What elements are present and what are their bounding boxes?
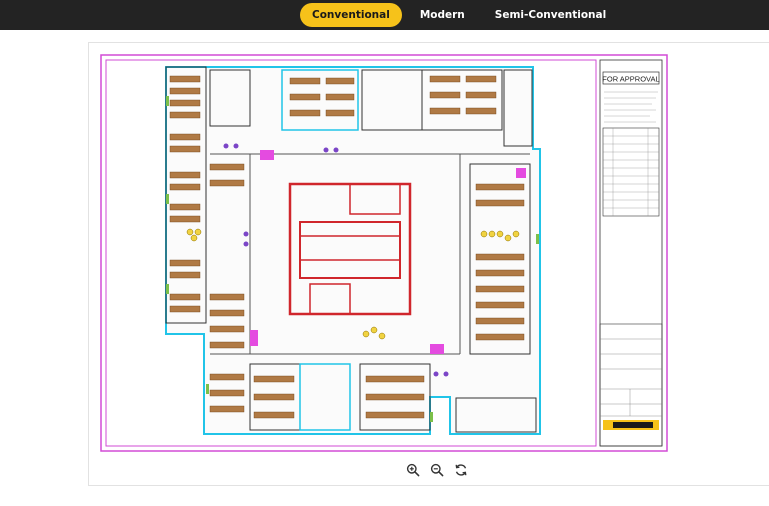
- zoom-out-icon[interactable]: [429, 462, 445, 478]
- tab-modern[interactable]: Modern: [408, 3, 477, 27]
- approval-stamp: FOR APPROVAL: [602, 75, 659, 84]
- layout-tabs: Conventional Modern Semi-Conventional: [300, 3, 618, 27]
- tab-conventional[interactable]: Conventional: [300, 3, 402, 27]
- zoom-controls: [405, 462, 469, 478]
- zoom-in-icon[interactable]: [405, 462, 421, 478]
- refresh-icon[interactable]: [453, 462, 469, 478]
- tab-semi-conventional[interactable]: Semi-Conventional: [483, 3, 618, 27]
- top-bar: Conventional Modern Semi-Conventional: [0, 0, 769, 30]
- floor-plan: [165, 66, 541, 435]
- floor-plan-drawing[interactable]: FOR APPROVAL: [100, 54, 668, 452]
- title-block: [599, 59, 663, 447]
